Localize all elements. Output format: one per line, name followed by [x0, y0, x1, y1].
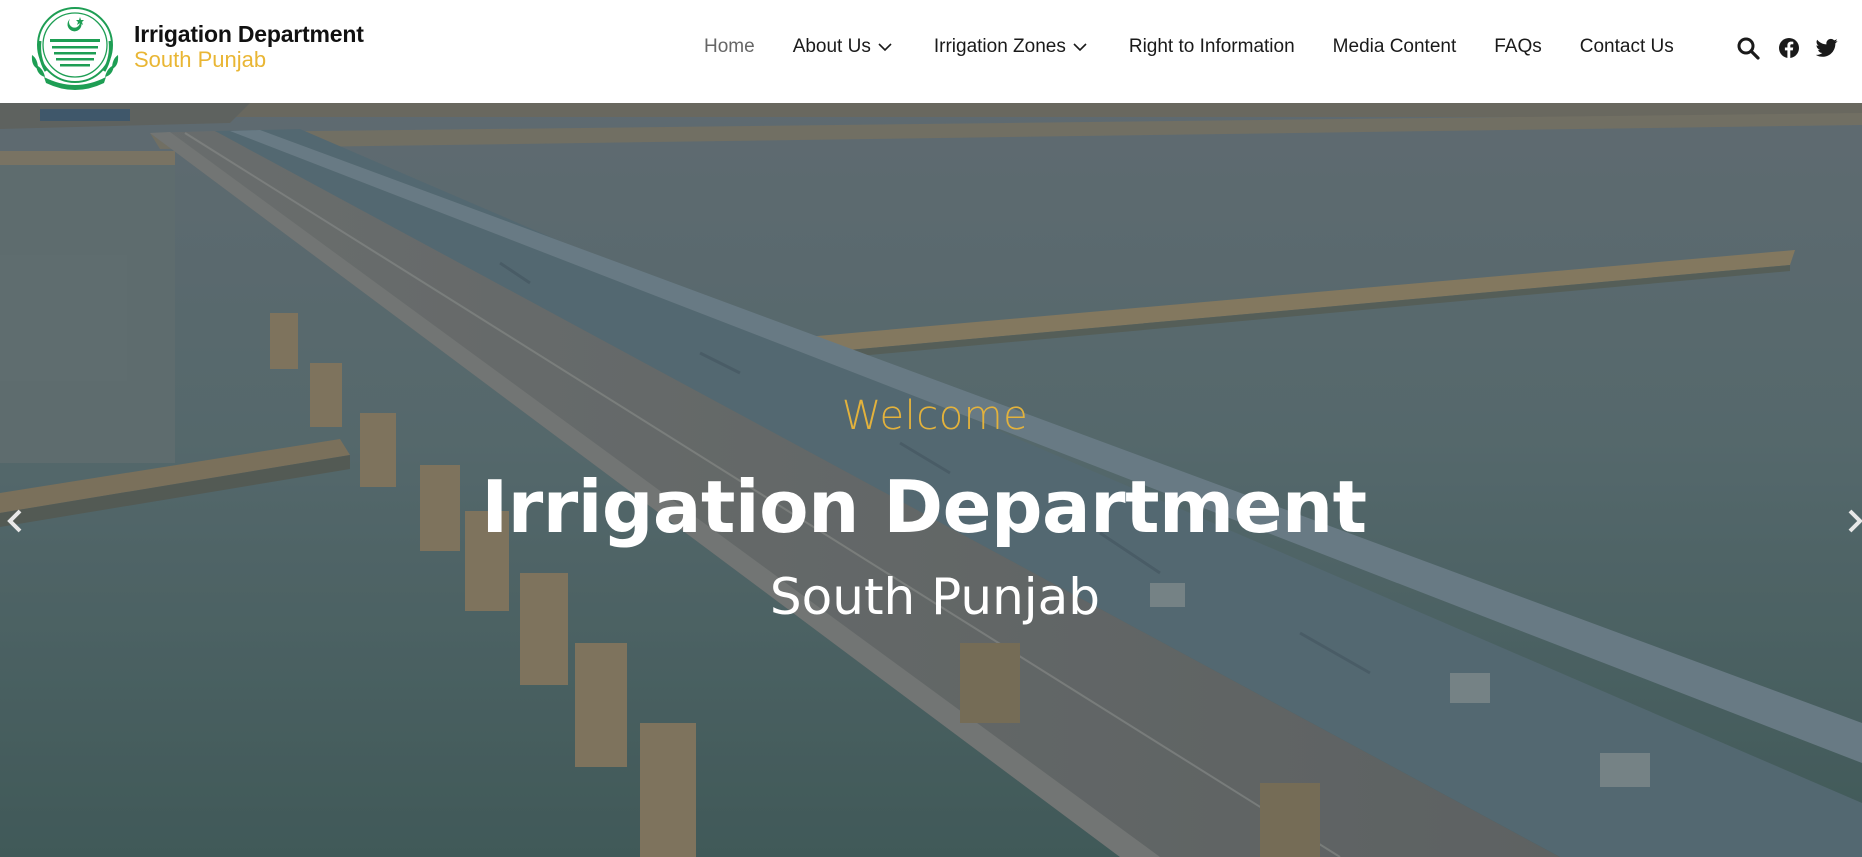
- site-logo[interactable]: Irrigation Department South Punjab: [24, 5, 364, 91]
- hero-eyebrow: Welcome: [841, 393, 1029, 439]
- search-icon[interactable]: [1736, 36, 1760, 60]
- chevron-down-icon: [1073, 43, 1087, 52]
- slider-prev-arrow-icon[interactable]: [2, 503, 30, 539]
- slider-next-arrow-icon[interactable]: [1842, 503, 1862, 539]
- site-subtitle: South Punjab: [134, 47, 267, 72]
- punjab-emblem-icon: [31, 7, 119, 90]
- nav-home[interactable]: Home: [704, 36, 755, 58]
- nav-irrigation-zones[interactable]: Irrigation Zones: [934, 36, 1087, 58]
- facebook-icon[interactable]: [1778, 37, 1800, 59]
- nav-irrigation-zones-label: Irrigation Zones: [933, 36, 1066, 57]
- nav-right-to-information[interactable]: Right to Information: [1129, 36, 1295, 58]
- nav-home-label: Home: [704, 36, 755, 57]
- nav-faqs-label: FAQs: [1494, 36, 1542, 57]
- nav-about-us-label: About Us: [792, 36, 871, 57]
- main-navigation: Home About Us Irrigation Zones Right to …: [704, 36, 1674, 58]
- site-header: Irrigation Department South Punjab Home …: [0, 0, 1862, 103]
- site-title: Irrigation Department: [134, 21, 364, 47]
- nav-right-to-information-label: Right to Information: [1128, 36, 1295, 57]
- nav-media-content[interactable]: Media Content: [1333, 36, 1457, 58]
- hero-slider: Welcome Irrigation Department South Punj…: [0, 103, 1862, 857]
- chevron-down-icon: [878, 43, 892, 52]
- header-icons: [1736, 36, 1838, 60]
- hero-title: Irrigation Department: [481, 465, 1367, 549]
- nav-contact-us[interactable]: Contact Us: [1580, 36, 1674, 58]
- hero-subtitle: South Punjab: [769, 568, 1101, 626]
- nav-media-content-label: Media Content: [1332, 36, 1457, 57]
- twitter-icon[interactable]: [1816, 38, 1838, 58]
- nav-contact-us-label: Contact Us: [1579, 36, 1674, 57]
- nav-faqs[interactable]: FAQs: [1494, 36, 1542, 58]
- nav-about-us[interactable]: About Us: [793, 36, 892, 58]
